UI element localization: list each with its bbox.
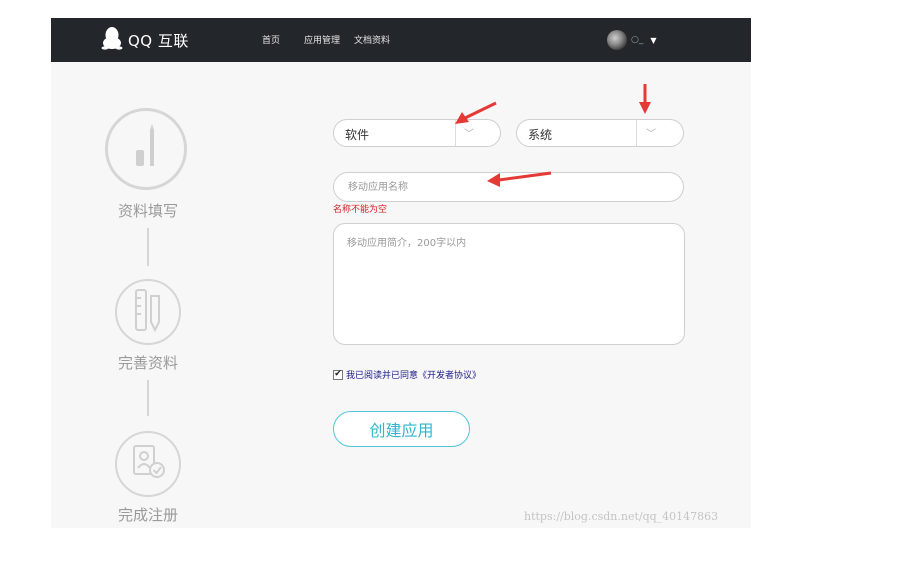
annotation-arrows [455,84,651,187]
app-window: QQ 互联 首页 应用管理 文档资料 ○_ ▼ 资料填写 完善资料 完成注册 软… [51,18,751,528]
watermark: https://blog.csdn.net/qq_40147863 [524,510,719,523]
